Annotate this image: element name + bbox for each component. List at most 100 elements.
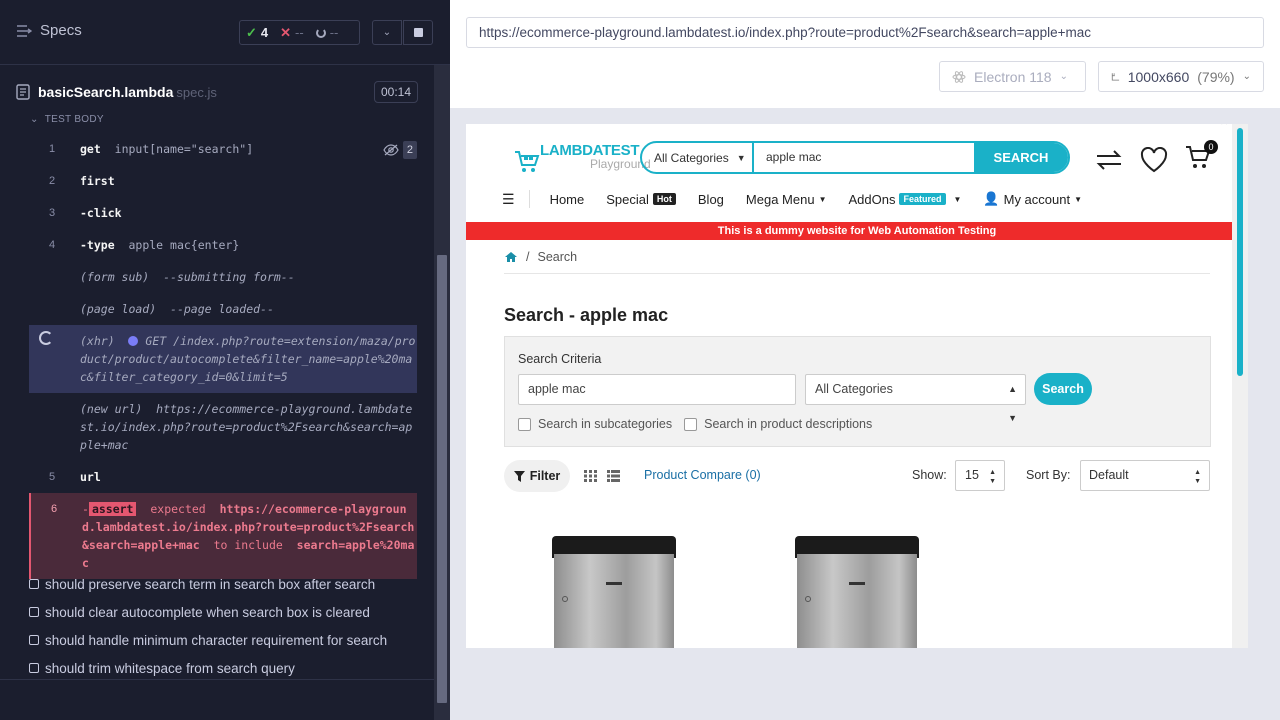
caret-down-icon: ▼ (818, 194, 827, 204)
failed-assert-row[interactable]: 6 - assert expected https://ecommerce-pla… (29, 493, 417, 579)
product-image[interactable] (552, 536, 676, 648)
test-list: should preserve search term in search bo… (29, 570, 417, 682)
filter-button[interactable]: Filter (504, 460, 570, 492)
pending-request-dot (128, 336, 139, 346)
testing-preferences-button[interactable]: ⌄ (372, 20, 402, 45)
check-icon: ✓ (246, 24, 257, 40)
test-title: should trim whitespace from search query (45, 660, 295, 676)
close-icon[interactable]: ⌃ (1218, 124, 1230, 135)
viewport-info[interactable]: 1000x660 (79%) ⌄ (1098, 61, 1264, 92)
browser-name: Electron 118 (974, 68, 1052, 85)
pending-icon (315, 27, 326, 38)
browser-selector[interactable]: Electron 118 ⌄ (939, 61, 1086, 92)
heart-icon[interactable] (1140, 146, 1168, 173)
nav-account-label: My account (1003, 191, 1071, 207)
show-select[interactable]: 15 ▲ ▼ (955, 460, 1005, 491)
command-row[interactable]: 5 url (29, 461, 417, 493)
test-body-toggle[interactable]: ⌄ TEST BODY (30, 114, 104, 125)
product-image[interactable] (795, 536, 919, 648)
event-row[interactable]: (form sub) --submitting form-- (29, 261, 417, 293)
assert-msg-to-include: to include (213, 538, 283, 552)
aut-panel: https://ecommerce-playground.lambdatest.… (450, 0, 1280, 720)
main-nav: ☰ Home Special Hot Blog Mega Menu ▼ AddOns… (502, 188, 1104, 210)
home-icon[interactable] (504, 251, 518, 263)
header-search: All Categories ▼ apple mac SEARCH (640, 141, 1070, 174)
breadcrumb-current[interactable]: Search (537, 250, 577, 264)
criteria-search-input[interactable]: apple mac (518, 374, 796, 405)
category-dropdown[interactable]: All Categories ▼ (642, 143, 754, 172)
criteria-category-select[interactable]: All Categories ▲ ▼ (805, 374, 1026, 423)
stop-button[interactable] (403, 20, 433, 45)
site-scroll-thumb[interactable] (1237, 128, 1243, 376)
fridge-badge (849, 582, 865, 585)
command-name: get (80, 142, 101, 156)
spec-file-row[interactable]: basicSearch.lambda spec.js 00:14 (16, 80, 418, 104)
nav-addons[interactable]: AddOns Featured ▼ (849, 192, 962, 207)
event-type: (xhr) (80, 334, 115, 348)
nav-blog[interactable]: Blog (698, 192, 724, 207)
subcategories-option[interactable]: Search in subcategories (518, 417, 672, 431)
command-number: 4 (49, 239, 56, 251)
specs-toggle[interactable]: Specs (16, 22, 82, 39)
event-row[interactable]: (new url) https://ecommerce-playground.l… (29, 393, 417, 461)
caret-down-icon: ▼ (953, 194, 962, 204)
fridge-body (554, 554, 674, 648)
test-stats: ✓ 4 ✕ -- -- (239, 20, 360, 45)
compare-icon[interactable] (1094, 148, 1124, 172)
command-row[interactable]: 3 -click (29, 197, 417, 229)
list-view-icon[interactable] (607, 470, 620, 482)
descriptions-option[interactable]: Search in product descriptions (684, 417, 872, 431)
command-name: -type (80, 238, 115, 252)
aut-iframe: ⌃ LAMBDATEST Playground All Categories ▼… (466, 124, 1248, 648)
divider (0, 679, 434, 680)
subcategories-checkbox[interactable] (518, 417, 531, 431)
nav-my-account[interactable]: 👤 My account ▼ (983, 191, 1082, 207)
x-icon: ✕ (280, 24, 292, 40)
search-input[interactable]: apple mac (754, 143, 974, 172)
sort-select[interactable]: Default ▲ ▼ (1080, 460, 1210, 491)
product-compare-link[interactable]: Product Compare (0) (644, 468, 761, 482)
eye-slash-icon (383, 144, 399, 156)
test-item[interactable]: should handle minimum character requirem… (29, 626, 417, 654)
command-row[interactable]: 2 first (29, 165, 417, 197)
nav-mega-menu[interactable]: Mega Menu ▼ (746, 192, 827, 207)
site-logo[interactable]: LAMBDATEST Playground (512, 142, 651, 182)
dummy-site-banner: This is a dummy website for Web Automati… (466, 222, 1248, 240)
event-row[interactable]: (page load) --page loaded-- (29, 293, 417, 325)
test-item[interactable]: should clear autocomplete when search bo… (29, 598, 417, 626)
command-row[interactable]: 1 get input[name="search"] 2 (29, 133, 417, 165)
nav-addons-label: AddOns (848, 191, 896, 207)
criteria-category-value: All Categories (815, 382, 893, 396)
nav-blog-label: Blog (697, 191, 724, 207)
hot-badge: Hot (652, 193, 676, 205)
descriptions-checkbox[interactable] (684, 417, 698, 431)
command-row[interactable]: 4 -type apple mac{enter} (29, 229, 417, 261)
criteria-search-button[interactable]: Search (1034, 373, 1092, 405)
pending-stat: -- (310, 25, 345, 40)
stop-icon (413, 28, 423, 37)
search-criteria-box: Search Criteria apple mac All Categories… (504, 336, 1211, 447)
nav-special-label: Special (606, 191, 649, 207)
fridge-body (797, 554, 917, 648)
aut-url[interactable]: https://ecommerce-playground.lambdatest.… (466, 17, 1264, 48)
search-button[interactable]: SEARCH (974, 143, 1068, 172)
test-title: should preserve search term in search bo… (45, 576, 376, 592)
command-name: url (80, 470, 101, 484)
runner-header: Specs ✓ 4 ✕ -- -- ⌄ (0, 0, 450, 65)
grid-view-icon[interactable] (584, 470, 597, 482)
test-item[interactable]: should preserve search term in search bo… (29, 570, 417, 598)
nav-home[interactable]: Home (550, 192, 585, 207)
descriptions-label: Search in product descriptions (704, 417, 873, 431)
viewport-size: 1000x660 (1127, 68, 1190, 85)
pending-test-icon (29, 579, 39, 589)
nav-special[interactable]: Special Hot (606, 192, 676, 207)
hidden-count: 2 (402, 141, 417, 159)
cart-count: 0 (1204, 140, 1218, 154)
cart-button[interactable]: 0 (1184, 140, 1218, 175)
command-number: 3 (49, 207, 56, 219)
hamburger-icon[interactable]: ☰ (502, 191, 515, 208)
request-method: GET (145, 334, 167, 348)
command-log-scroll-thumb[interactable] (437, 255, 447, 703)
xhr-row[interactable]: (xhr) GET /index.php?route=extension/maz… (29, 325, 417, 393)
test-item[interactable]: should trim whitespace from search query (29, 654, 417, 682)
